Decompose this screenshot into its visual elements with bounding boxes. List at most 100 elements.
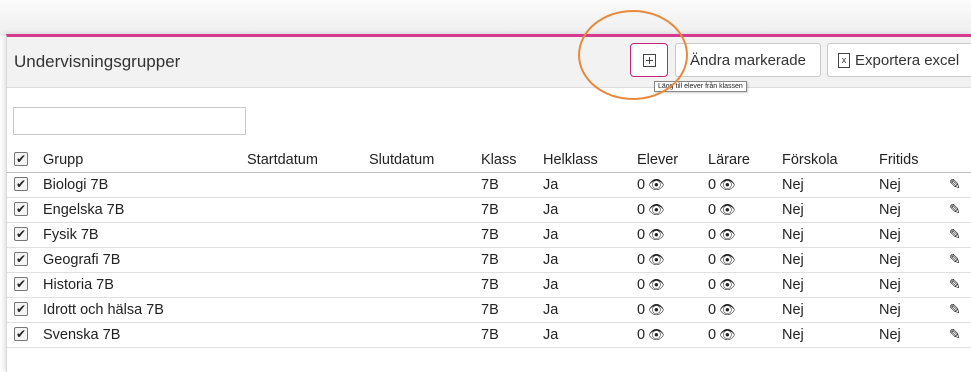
leisure-value: Nej	[879, 202, 901, 218]
eye-icon[interactable]: 👁	[719, 327, 736, 342]
group-name: Fysik 7B	[43, 227, 99, 243]
groups-panel: Undervisningsgrupper Ändra markerade x E…	[6, 34, 971, 372]
table-row[interactable]: ✔ Idrott och hälsa 7B 7B Ja 0 👁 0 👁 Nej Ne…	[7, 298, 971, 323]
eye-icon[interactable]: 👁	[648, 252, 665, 267]
whole-class-value: Ja	[543, 177, 559, 193]
table-row[interactable]: ✔ Engelska 7B 7B Ja 0 👁 0 👁 Nej Nej ✎	[7, 198, 971, 223]
groups-table: ✔ Grupp Startdatum Slutdatum Klass Helkl…	[7, 148, 971, 348]
teachers-count: 0 👁	[708, 327, 736, 343]
table-row[interactable]: ✔ Geografi 7B 7B Ja 0 👁 0 👁 Nej Nej ✎	[7, 248, 971, 273]
edit-icon[interactable]: ✎	[949, 276, 961, 293]
eye-icon[interactable]: 👁	[719, 202, 736, 217]
eye-icon[interactable]: 👁	[648, 202, 665, 217]
panel-header: Undervisningsgrupper Ändra markerade x E…	[7, 37, 971, 88]
eye-icon[interactable]: 👁	[648, 227, 665, 242]
students-count-value: 0	[637, 277, 646, 293]
teachers-count: 0 👁	[708, 277, 736, 293]
column-header-preschool[interactable]: Förskola	[782, 152, 838, 168]
column-header-end-date[interactable]: Slutdatum	[369, 152, 434, 168]
preschool-value: Nej	[782, 327, 804, 343]
preschool-value: Nej	[782, 227, 804, 243]
students-count: 0 👁	[637, 177, 665, 193]
edit-icon[interactable]: ✎	[949, 176, 961, 193]
whole-class-value: Ja	[543, 302, 559, 318]
leisure-value: Nej	[879, 252, 901, 268]
table-row[interactable]: ✔ Biologi 7B 7B Ja 0 👁 0 👁 Nej Nej ✎	[7, 173, 971, 198]
group-name: Historia 7B	[43, 277, 114, 293]
class-value: 7B	[481, 177, 499, 193]
students-count-value: 0	[637, 177, 646, 193]
table-row[interactable]: ✔ Fysik 7B 7B Ja 0 👁 0 👁 Nej Nej ✎	[7, 223, 971, 248]
column-header-start-date[interactable]: Startdatum	[247, 152, 318, 168]
row-checkbox[interactable]: ✔	[14, 277, 28, 291]
students-count: 0 👁	[637, 227, 665, 243]
group-name: Biologi 7B	[43, 177, 109, 193]
class-value: 7B	[481, 227, 499, 243]
eye-icon[interactable]: 👁	[648, 327, 665, 342]
row-checkbox[interactable]: ✔	[14, 202, 28, 216]
preschool-value: Nej	[782, 252, 804, 268]
group-name: Idrott och hälsa 7B	[43, 302, 164, 318]
add-students-button[interactable]	[630, 43, 668, 77]
row-checkbox[interactable]: ✔	[14, 252, 28, 266]
students-count-value: 0	[637, 227, 646, 243]
table-row[interactable]: ✔ Svenska 7B 7B Ja 0 👁 0 👁 Nej Nej ✎	[7, 323, 971, 348]
class-value: 7B	[481, 202, 499, 218]
edit-selected-button[interactable]: Ändra markerade	[675, 43, 821, 77]
whole-class-value: Ja	[543, 252, 559, 268]
edit-icon[interactable]: ✎	[949, 301, 961, 318]
edit-icon[interactable]: ✎	[949, 251, 961, 268]
teachers-count-value: 0	[708, 202, 717, 218]
column-header-leisure[interactable]: Fritids	[879, 152, 918, 168]
teachers-count-value: 0	[708, 252, 717, 268]
export-excel-button[interactable]: x Exportera excel	[827, 43, 971, 77]
row-checkbox[interactable]: ✔	[14, 302, 28, 316]
table-row[interactable]: ✔ Historia 7B 7B Ja 0 👁 0 👁 Nej Nej ✎	[7, 273, 971, 298]
group-name: Svenska 7B	[43, 327, 121, 343]
edit-icon[interactable]: ✎	[949, 201, 961, 218]
eye-icon[interactable]: 👁	[719, 302, 736, 317]
students-count-value: 0	[637, 302, 646, 318]
eye-icon[interactable]: 👁	[648, 277, 665, 292]
leisure-value: Nej	[879, 327, 901, 343]
row-checkbox[interactable]: ✔	[14, 227, 28, 241]
whole-class-value: Ja	[543, 202, 559, 218]
students-count: 0 👁	[637, 252, 665, 268]
teachers-count: 0 👁	[708, 302, 736, 318]
whole-class-value: Ja	[543, 227, 559, 243]
plus-square-icon	[642, 53, 656, 67]
eye-icon[interactable]: 👁	[719, 277, 736, 292]
column-header-group[interactable]: Grupp	[43, 152, 83, 168]
preschool-value: Nej	[782, 177, 804, 193]
preschool-value: Nej	[782, 302, 804, 318]
edit-icon[interactable]: ✎	[949, 226, 961, 243]
leisure-value: Nej	[879, 302, 901, 318]
eye-icon[interactable]: 👁	[719, 177, 736, 192]
eye-icon[interactable]: 👁	[719, 227, 736, 242]
row-checkbox[interactable]: ✔	[14, 177, 28, 191]
edit-icon[interactable]: ✎	[949, 326, 961, 343]
column-header-whole-class[interactable]: Helklass	[543, 152, 598, 168]
search-input[interactable]	[13, 107, 246, 135]
preschool-value: Nej	[782, 202, 804, 218]
preschool-value: Nej	[782, 277, 804, 293]
whole-class-value: Ja	[543, 277, 559, 293]
column-header-teachers[interactable]: Lärare	[708, 152, 750, 168]
students-count: 0 👁	[637, 327, 665, 343]
select-all-checkbox[interactable]: ✔	[14, 152, 28, 166]
teachers-count-value: 0	[708, 327, 717, 343]
table-header-row: ✔ Grupp Startdatum Slutdatum Klass Helkl…	[7, 148, 971, 173]
eye-icon[interactable]: 👁	[719, 252, 736, 267]
column-header-class[interactable]: Klass	[481, 152, 516, 168]
class-value: 7B	[481, 302, 499, 318]
leisure-value: Nej	[879, 227, 901, 243]
row-checkbox[interactable]: ✔	[14, 327, 28, 341]
teachers-count-value: 0	[708, 227, 717, 243]
excel-icon: x	[838, 52, 850, 68]
group-name: Geografi 7B	[43, 252, 121, 268]
students-count-value: 0	[637, 202, 646, 218]
eye-icon[interactable]: 👁	[648, 177, 665, 192]
column-header-students[interactable]: Elever	[637, 152, 678, 168]
eye-icon[interactable]: 👁	[648, 302, 665, 317]
students-count: 0 👁	[637, 302, 665, 318]
